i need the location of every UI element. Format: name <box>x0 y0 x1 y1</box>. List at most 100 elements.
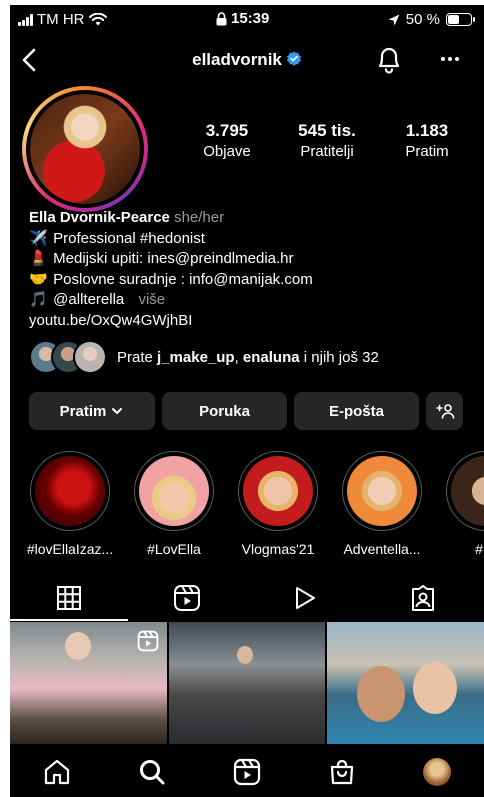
post-thumbnail[interactable] <box>327 622 484 744</box>
bottom-navigation <box>10 746 484 797</box>
message-button[interactable]: Poruka <box>162 392 287 430</box>
battery-fill <box>448 15 459 24</box>
home-icon <box>45 759 70 784</box>
bio-more-link[interactable]: više <box>138 291 165 308</box>
highlight-label: #Kr <box>475 541 484 557</box>
story-highlights: #lovEllaIzaz... #LovElla Vlogmas'21 Adve… <box>20 451 484 561</box>
email-button-label: E-pošta <box>328 402 384 420</box>
reels-icon <box>233 758 261 785</box>
highlight-ring <box>342 451 422 531</box>
highlight-item[interactable]: Adventella... <box>332 451 432 557</box>
posts-grid <box>10 622 484 744</box>
post-thumbnail[interactable] <box>10 622 167 744</box>
stat-value: 545 tis. <box>298 121 356 140</box>
followed-by-row[interactable]: Prate j_make_up, enaluna i njih još 32 <box>29 340 379 374</box>
reel-badge-icon <box>137 630 159 652</box>
stat-following[interactable]: 1.183 Pratim <box>382 121 472 160</box>
tagged-icon <box>412 585 434 611</box>
highlight-item[interactable]: Vlogmas'21 <box>228 451 328 557</box>
bio-external-link[interactable]: youtu.be/OxQw4GWjhBI <box>29 311 469 332</box>
bio-mention-link[interactable]: @allterella <box>53 291 124 308</box>
signal-icon <box>18 13 33 26</box>
tab-videos[interactable] <box>246 575 364 621</box>
nav-search[interactable] <box>105 746 200 797</box>
highlight-label: Adventella... <box>343 541 421 557</box>
search-icon <box>140 759 165 784</box>
display-name: Ella Dvornik-Pearce <box>29 209 170 226</box>
profile-bio: Ella Dvornik-Pearce she/her ✈️ Professio… <box>29 208 469 331</box>
following-button[interactable]: Pratim <box>29 392 155 430</box>
highlight-label: #LovElla <box>147 541 201 557</box>
profile-photo <box>30 94 140 204</box>
username-text: elladvornik <box>192 50 282 69</box>
mutual-user-2[interactable]: enaluna <box>243 349 300 366</box>
bio-name-line: Ella Dvornik-Pearce she/her <box>29 208 469 229</box>
mutual-follower-avatar <box>73 340 107 374</box>
followed-by-text: Prate j_make_up, enaluna i njih još 32 <box>117 349 379 366</box>
tab-tagged[interactable] <box>364 575 482 621</box>
highlight-cover <box>347 456 417 526</box>
highlight-ring <box>446 451 484 531</box>
status-bar: TM HR 15:39 50 % <box>10 5 484 33</box>
header-username: elladvornik <box>10 50 484 72</box>
more-options-button[interactable] <box>435 49 465 69</box>
following-button-label: Pratim <box>59 402 107 420</box>
highlight-ring <box>238 451 318 531</box>
grid-icon <box>57 586 81 610</box>
pronouns: she/her <box>174 209 225 226</box>
airplane-emoji: ✈️ <box>29 229 48 247</box>
highlight-cover <box>243 456 313 526</box>
post-thumbnail[interactable] <box>168 622 326 744</box>
suggested-users-button[interactable] <box>426 392 463 430</box>
stat-posts[interactable]: 3.795 Objave <box>182 121 272 160</box>
post-subject <box>65 632 91 660</box>
highlight-cover <box>35 456 105 526</box>
bio-line-text: Medijski upiti: ines@preindlmedia.hr <box>53 250 294 267</box>
followed-by-suffix: i njih još 32 <box>303 348 379 366</box>
email-button[interactable]: E-pošta <box>294 392 419 430</box>
nav-profile[interactable] <box>389 746 484 797</box>
mutual-user-1[interactable]: j_make_up <box>157 349 235 366</box>
highlight-item[interactable]: #lovEllaIzaz... <box>20 451 120 557</box>
tab-posts-grid[interactable] <box>10 575 128 621</box>
profile-avatar <box>422 757 451 786</box>
play-icon <box>296 587 315 609</box>
post-subject <box>236 646 253 664</box>
highlight-label: Vlogmas'21 <box>241 541 315 557</box>
bio-line: 🎵 @allterella više <box>29 290 469 311</box>
highlight-item[interactable]: #LovElla <box>124 451 224 557</box>
lock-icon <box>216 11 227 25</box>
status-left: TM HR <box>18 11 107 28</box>
tab-reels[interactable] <box>128 575 246 621</box>
profile-stats: 3.795 Objave 545 tis. Pratitelji 1.183 P… <box>182 121 472 160</box>
wifi-icon <box>88 13 107 26</box>
nav-shop[interactable] <box>294 746 389 797</box>
highlight-item[interactable]: #Kr <box>436 451 484 557</box>
avatar-inner <box>26 90 144 208</box>
stat-label: Objave <box>203 143 251 160</box>
status-center: 15:39 <box>216 10 269 27</box>
status-right: 50 % <box>388 11 475 28</box>
bell-icon <box>378 47 400 74</box>
nav-reels[interactable] <box>200 746 295 797</box>
profile-avatar-story-ring[interactable] <box>22 86 148 212</box>
chevron-down-icon <box>112 408 123 414</box>
bio-line: 💄 Medijski upiti: ines@preindlmedia.hr <box>29 249 469 270</box>
post-subject <box>357 666 406 722</box>
post-subject <box>413 662 458 714</box>
highlight-cover <box>139 456 209 526</box>
battery-percent: 50 % <box>405 11 440 28</box>
highlight-label: #lovEllaIzaz... <box>26 541 114 557</box>
stat-label: Pratitelji <box>300 143 354 160</box>
bio-line-text: Professional #hedonist <box>53 229 205 247</box>
highlight-ring <box>30 451 110 531</box>
stat-followers[interactable]: 545 tis. Pratitelji <box>282 121 372 160</box>
profile-content-tabs <box>10 575 484 621</box>
more-horizontal-icon <box>441 57 459 61</box>
nav-home[interactable] <box>10 746 105 797</box>
bio-line: 🤝 Poslovne suradnje : info@manijak.com <box>29 270 469 291</box>
notifications-button[interactable] <box>374 43 404 75</box>
highlight-ring <box>134 451 214 531</box>
bio-line-text: Poslovne suradnje : info@manijak.com <box>53 270 313 288</box>
stat-value: 1.183 <box>405 121 449 140</box>
